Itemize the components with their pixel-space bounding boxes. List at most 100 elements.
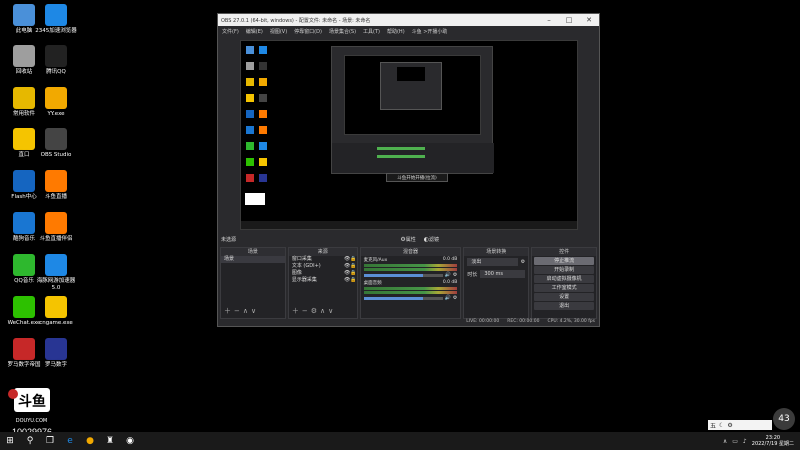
minimize-button[interactable]: – — [539, 16, 559, 24]
source-toolbar: 未选源 ⚙ 属性 ◐ 滤镜 — [218, 234, 599, 244]
desktop-icon[interactable]: 斗鱼直播 — [34, 170, 78, 201]
menu-item[interactable]: 工具(T) — [363, 28, 380, 35]
maximize-button[interactable]: □ — [559, 16, 579, 24]
volume-slider[interactable] — [363, 273, 443, 277]
taskbar: ⊞ ⚲ ❐ e ● ♜ ◉ ∧ ▭ ♪ 23:20 2022/7/19 星期二 — [0, 432, 800, 450]
transition-settings-icon[interactable]: ⚙ — [521, 259, 525, 265]
gear-icon[interactable]: ⚙ — [453, 272, 457, 278]
volume-slider[interactable] — [363, 296, 443, 300]
control-button[interactable]: 开始录制 — [534, 266, 595, 274]
task-view-icon[interactable]: ❐ — [40, 432, 60, 450]
no-source-label: 未选源 — [221, 236, 237, 243]
transition-type-select[interactable]: 淡出 — [467, 258, 518, 266]
audio-meter — [363, 268, 458, 271]
browser-taskbar-icon[interactable]: e — [60, 432, 80, 450]
network-icon[interactable]: ▭ — [732, 438, 738, 445]
source-name: 窗口采集 — [291, 256, 312, 262]
app-icon — [45, 4, 67, 26]
ime-toolbar[interactable]: 五 ☾ ⚙ — [708, 420, 772, 430]
desktop-icon[interactable]: YY.exe — [34, 87, 78, 118]
desktop-icon-label: 海豚网游加速器5.0 — [36, 278, 76, 291]
search-icon[interactable]: ⚲ — [20, 432, 40, 450]
source-name: 显示器采集 — [291, 277, 317, 283]
desktop-icon-label: 罗马数字 — [44, 362, 67, 368]
sources-header: 来源 — [288, 248, 357, 256]
app-icon — [45, 296, 67, 318]
app-icon — [45, 212, 67, 234]
app-icon — [45, 254, 67, 276]
app-icon — [45, 170, 67, 192]
cpu-status: CPU: 4.2%, 30.00 fps — [547, 319, 596, 324]
scene-item[interactable]: 场景 — [221, 256, 285, 263]
scene-controls[interactable]: ＋−∧∨ — [224, 306, 259, 316]
obs-statusbar: LIVE: 00:00:00 REC: 00:00:00 CPU: 4.2%, … — [218, 317, 599, 326]
source-item[interactable]: 显示器采集 👁 🔒 — [289, 277, 357, 284]
duration-input[interactable]: 300 ms — [480, 270, 526, 278]
menu-item[interactable]: 场景集合(S) — [329, 28, 356, 35]
desktop-icon[interactable]: cngame.exe — [34, 296, 78, 327]
obs-preview[interactable]: 斗鱼开始开播(拉流) — [240, 40, 578, 230]
clock[interactable]: 23:20 2022/7/19 星期二 — [752, 435, 794, 447]
controls-dock: 控件 停止推流 开始录制 启动虚拟摄像机 工作室模式 设置 退出 — [531, 247, 598, 319]
control-button[interactable]: 设置 — [534, 293, 595, 301]
mixer-dock: 混音器 麦克风/Aux 0.0 dB 🔊 ⚙ 桌面音频 0.0 dB 🔊 ⚙ — [359, 247, 462, 319]
scenes-header: 场景 — [221, 248, 285, 256]
ime-icon[interactable]: ☾ — [719, 422, 724, 429]
menu-item[interactable]: 编辑(E) — [246, 28, 263, 35]
desktop-icon[interactable]: OBS Studio — [34, 128, 78, 159]
control-button[interactable]: 退出 — [534, 302, 595, 310]
app-taskbar-icon[interactable]: ♜ — [100, 432, 120, 450]
obs-titlebar[interactable]: OBS 27.0.1 (64-bit, windows) - 配置文件: 未命名… — [218, 14, 599, 26]
menu-item[interactable]: 斗鱼 >开播小助 — [412, 28, 448, 35]
yy-taskbar-icon[interactable]: ● — [80, 432, 100, 450]
menu-item[interactable]: 文件(F) — [222, 28, 239, 35]
ime-settings-icon[interactable]: ⚙ — [727, 422, 732, 429]
lock-icon[interactable]: 🔒 — [350, 270, 356, 277]
speaker-icon[interactable]: 🔊 — [445, 272, 451, 278]
lock-icon[interactable]: 🔒 — [350, 263, 356, 270]
app-icon — [13, 87, 35, 109]
speaker-icon[interactable]: 🔊 — [445, 295, 451, 301]
desktop-icon[interactable]: 腾讯QQ — [34, 45, 78, 76]
preview-taskbar — [241, 221, 577, 229]
source-item[interactable]: 图像 👁 🔒 — [289, 270, 357, 277]
desktop-icon[interactable]: 斗鱼直播伴侣 — [34, 212, 78, 243]
gear-icon[interactable]: ⚙ — [453, 295, 457, 301]
mixer-header: 混音器 — [360, 248, 461, 256]
preview-popup: 斗鱼开始开播(拉流) — [386, 173, 448, 182]
menu-item[interactable]: 停靠窗口(D) — [294, 28, 322, 35]
start-button[interactable]: ⊞ — [0, 432, 20, 450]
properties-button[interactable]: 属性 — [406, 236, 416, 243]
obs-docks: 场景 场景 ＋−∧∨ 来源 窗口采集 👁 🔒 文本 (GDI+) 👁 🔒 图像 👁 🔒 显示器采集… — [218, 247, 599, 319]
close-button[interactable]: ✕ — [579, 16, 599, 24]
ime-mode[interactable]: 五 — [710, 421, 716, 430]
filters-button[interactable]: 滤镜 — [429, 236, 439, 243]
chevron-up-icon[interactable]: ∧ — [723, 438, 727, 445]
desktop-icon-label: OBS Studio — [40, 152, 72, 158]
menu-item[interactable]: 视图(V) — [270, 28, 287, 35]
source-name: 图像 — [291, 270, 302, 276]
audio-meter — [363, 291, 458, 294]
lock-icon[interactable]: 🔒 — [350, 277, 356, 284]
desktop-icon[interactable]: 2345加速浏览器 — [34, 4, 78, 35]
desktop-icon[interactable]: 罗马数字 — [34, 338, 78, 369]
source-item[interactable]: 文本 (GDI+) 👁 🔒 — [289, 263, 357, 270]
obs-taskbar-icon[interactable]: ◉ — [120, 432, 140, 450]
control-button[interactable]: 工作室模式 — [534, 284, 595, 292]
source-item[interactable]: 窗口采集 👁 🔒 — [289, 256, 357, 263]
obs-menubar: 文件(F) 编辑(E) 视图(V) 停靠窗口(D) 场景集合(S) 工具(T) 帮助(H) 斗… — [218, 26, 599, 36]
menu-item[interactable]: 帮助(H) — [387, 28, 405, 35]
control-button[interactable]: 停止推流 — [534, 257, 595, 265]
volume-icon[interactable]: ♪ — [743, 438, 747, 445]
source-controls[interactable]: ＋−⚙∧∨ — [292, 306, 336, 316]
desktop-icon-label: 斗鱼直播伴侣 — [39, 236, 73, 242]
floating-badge[interactable]: 43 — [773, 408, 795, 430]
transitions-header: 场景转换 — [464, 248, 529, 256]
lock-icon[interactable]: 🔒 — [350, 256, 356, 263]
desktop-icon[interactable]: 海豚网游加速器5.0 — [34, 254, 78, 291]
obs-window[interactable]: OBS 27.0.1 (64-bit, windows) - 配置文件: 未命名… — [217, 13, 600, 327]
channel-name: 麦克风/Aux — [363, 258, 388, 263]
app-icon — [45, 45, 67, 67]
control-button[interactable]: 启动虚拟摄像机 — [534, 275, 595, 283]
channel-db: 0.0 dB — [442, 257, 458, 262]
